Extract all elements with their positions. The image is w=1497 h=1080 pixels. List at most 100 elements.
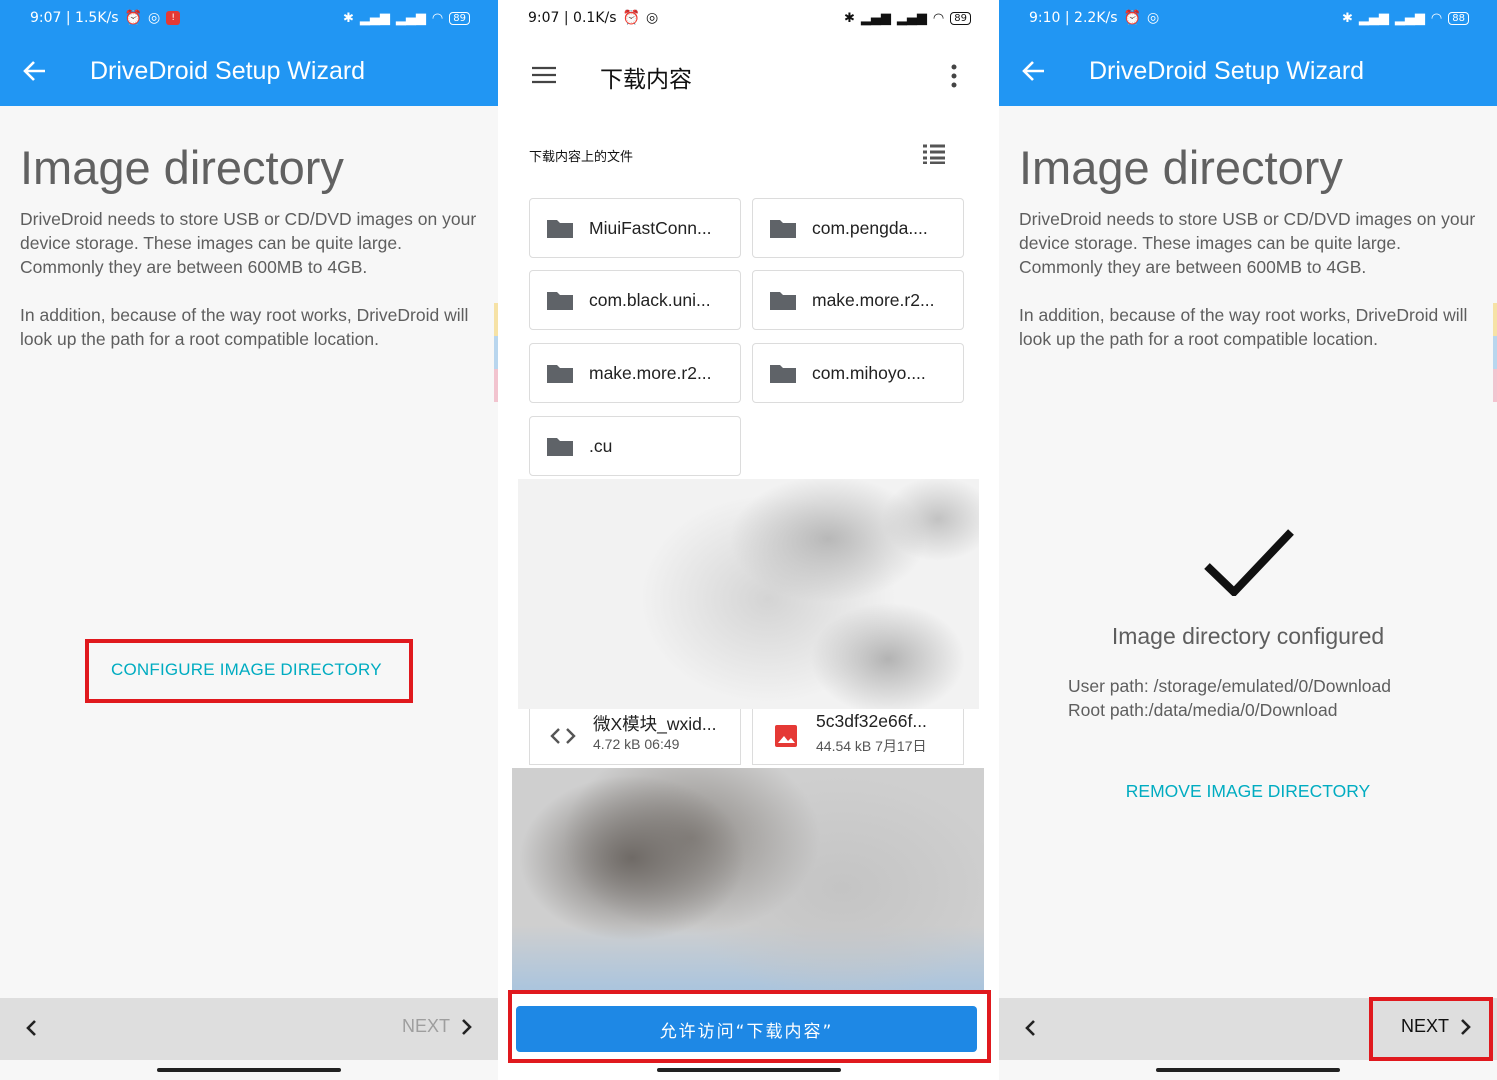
highlight-box <box>1369 997 1493 1061</box>
menu-icon[interactable] <box>532 66 556 84</box>
battery-icon: 89 <box>449 11 470 25</box>
file-tile[interactable]: 微X模块_wxid... 4.72 kB 06:49 <box>529 709 741 765</box>
file-picker-screen: 9:07 | 0.1K/s ⏰ ◎ ✱ ▂▄▆ ▂▄▆ ◠ 89 下载内容 下载… <box>498 0 999 1080</box>
folder-name: com.pengda.... <box>812 217 928 238</box>
signal-icon-2: ▂▄▆ <box>896 10 927 26</box>
page-title: 下载内容 <box>600 67 692 93</box>
bluetooth-icon: ✱ <box>1342 10 1353 26</box>
status-bar: 9:10 | 2.2K/s ⏰ ◎ ✱ ▂▄▆ ▂▄▆ ◠ 88 <box>999 0 1497 36</box>
list-view-icon[interactable] <box>923 144 945 164</box>
root-path: Root path:/data/media/0/Download <box>1068 700 1338 720</box>
file-name: 微X模块_wxid... <box>593 714 717 734</box>
blurred-thumbnail-area <box>518 479 979 709</box>
folder-name: make.more.r2... <box>812 289 935 310</box>
code-icon <box>550 728 576 744</box>
folder-tile[interactable]: com.black.uni... <box>529 270 741 330</box>
home-indicator[interactable] <box>656 1068 841 1072</box>
page-title: Image directory <box>1019 141 1343 194</box>
home-indicator[interactable] <box>157 1068 341 1072</box>
image-file-icon <box>775 725 797 747</box>
battery-icon: 89 <box>950 11 971 25</box>
toolbar: 下载内容 <box>498 36 999 116</box>
app-bar: DriveDroid Setup Wizard <box>0 36 498 106</box>
signal-icon-2: ▂▄▆ <box>1394 10 1425 26</box>
chevron-right-icon <box>462 1018 472 1035</box>
bluetooth-icon: ✱ <box>343 10 354 26</box>
setup-wizard-screen-configured: 9:10 | 2.2K/s ⏰ ◎ ✱ ▂▄▆ ▂▄▆ ◠ 88 DriveDr… <box>999 0 1497 1080</box>
next-button[interactable]: NEXT <box>402 1016 474 1037</box>
folder-icon <box>547 292 573 310</box>
folder-tile[interactable]: com.pengda.... <box>752 198 964 258</box>
alarm-icon: ⏰ <box>622 10 640 26</box>
folder-name: .cu <box>589 435 613 456</box>
folder-tile[interactable]: make.more.r2... <box>529 343 741 403</box>
path-info: User path: /storage/emulated/0/Download … <box>1068 674 1391 722</box>
folder-tile[interactable]: MiuiFastConn... <box>529 198 741 258</box>
bluetooth-icon: ✱ <box>844 10 855 26</box>
folder-tile[interactable]: .cu <box>529 416 741 476</box>
description-paragraph: DriveDroid needs to store USB or CD/DVD … <box>20 209 477 277</box>
edge-strip <box>1493 303 1497 336</box>
signal-icon: ▂▄▆ <box>860 10 891 26</box>
status-time: 9:07 | 0.1K/s <box>528 10 617 26</box>
wifi-icon: ◠ <box>932 10 945 26</box>
wifi-icon: ◠ <box>431 10 444 26</box>
status-time: 9:07 | 1.5K/s <box>30 10 119 26</box>
sync-icon: ◎ <box>147 10 161 26</box>
signal-icon: ▂▄▆ <box>359 10 390 26</box>
folder-icon <box>547 365 573 383</box>
wifi-icon: ◠ <box>1430 10 1443 26</box>
folder-tile[interactable]: make.more.r2... <box>752 270 964 330</box>
folder-icon <box>547 220 573 238</box>
checkmark-icon <box>1204 529 1294 596</box>
arrow-back-icon[interactable] <box>1021 58 1047 84</box>
sync-icon: ◎ <box>1146 10 1160 26</box>
folder-name: com.mihoyo.... <box>812 362 926 383</box>
arrow-back-icon[interactable] <box>22 58 48 84</box>
page-title: Image directory <box>20 141 344 194</box>
folder-icon <box>770 220 796 238</box>
status-bar: 9:07 | 1.5K/s ⏰ ◎ ! ✱ ▂▄▆ ▂▄▆ ◠ 89 <box>0 0 498 36</box>
next-label: NEXT <box>401 1016 450 1036</box>
user-path: User path: /storage/emulated/0/Download <box>1068 676 1391 696</box>
app-bar-title: DriveDroid Setup Wizard <box>90 56 366 85</box>
folder-name: MiuiFastConn... <box>589 217 712 238</box>
status-time: 9:10 | 2.2K/s <box>1029 10 1118 26</box>
sync-icon: ◎ <box>645 10 659 26</box>
folder-icon <box>547 438 573 456</box>
alarm-icon: ⏰ <box>1123 10 1141 26</box>
app-bar: DriveDroid Setup Wizard <box>999 36 1497 106</box>
description: DriveDroid needs to store USB or CD/DVD … <box>1019 207 1481 375</box>
file-tile[interactable]: 5c3df32e66f... 44.54 kB 7月17日 <box>752 709 964 765</box>
description-paragraph: DriveDroid needs to store USB or CD/DVD … <box>1019 209 1476 277</box>
highlight-box <box>508 990 991 1063</box>
blurred-thumbnail-area <box>512 768 984 993</box>
chevron-left-icon[interactable] <box>22 1018 42 1038</box>
folder-name: com.black.uni... <box>589 289 711 310</box>
more-vert-icon[interactable] <box>951 64 957 88</box>
notification-icon: ! <box>166 11 181 25</box>
remove-image-directory-button[interactable]: REMOVE IMAGE DIRECTORY <box>999 781 1497 802</box>
home-indicator[interactable] <box>1156 1068 1340 1072</box>
folder-tile[interactable]: com.mihoyo.... <box>752 343 964 403</box>
folder-icon <box>770 365 796 383</box>
description-paragraph: In addition, because of the way root wor… <box>20 305 469 349</box>
alarm-icon: ⏰ <box>124 10 142 26</box>
battery-icon: 88 <box>1448 11 1469 25</box>
description: DriveDroid needs to store USB or CD/DVD … <box>20 207 482 375</box>
file-meta: 44.54 kB 7月17日 <box>816 738 927 754</box>
file-meta: 4.72 kB 06:49 <box>593 736 680 752</box>
chevron-left-icon[interactable] <box>1021 1018 1041 1038</box>
edge-strip <box>1493 336 1497 369</box>
section-subtitle: 下载内容上的文件 <box>529 150 634 165</box>
highlight-box <box>85 639 413 703</box>
folder-name: make.more.r2... <box>589 362 712 383</box>
setup-wizard-screen-initial: 9:07 | 1.5K/s ⏰ ◎ ! ✱ ▂▄▆ ▂▄▆ ◠ 89 Drive… <box>0 0 498 1080</box>
app-bar-title: DriveDroid Setup Wizard <box>1089 56 1365 85</box>
description-paragraph: In addition, because of the way root wor… <box>1019 305 1468 349</box>
signal-icon: ▂▄▆ <box>1358 10 1389 26</box>
edge-strip <box>1493 369 1497 402</box>
signal-icon-2: ▂▄▆ <box>395 10 426 26</box>
folder-icon <box>770 292 796 310</box>
status-bar: 9:07 | 0.1K/s ⏰ ◎ ✱ ▂▄▆ ▂▄▆ ◠ 89 <box>498 0 999 36</box>
